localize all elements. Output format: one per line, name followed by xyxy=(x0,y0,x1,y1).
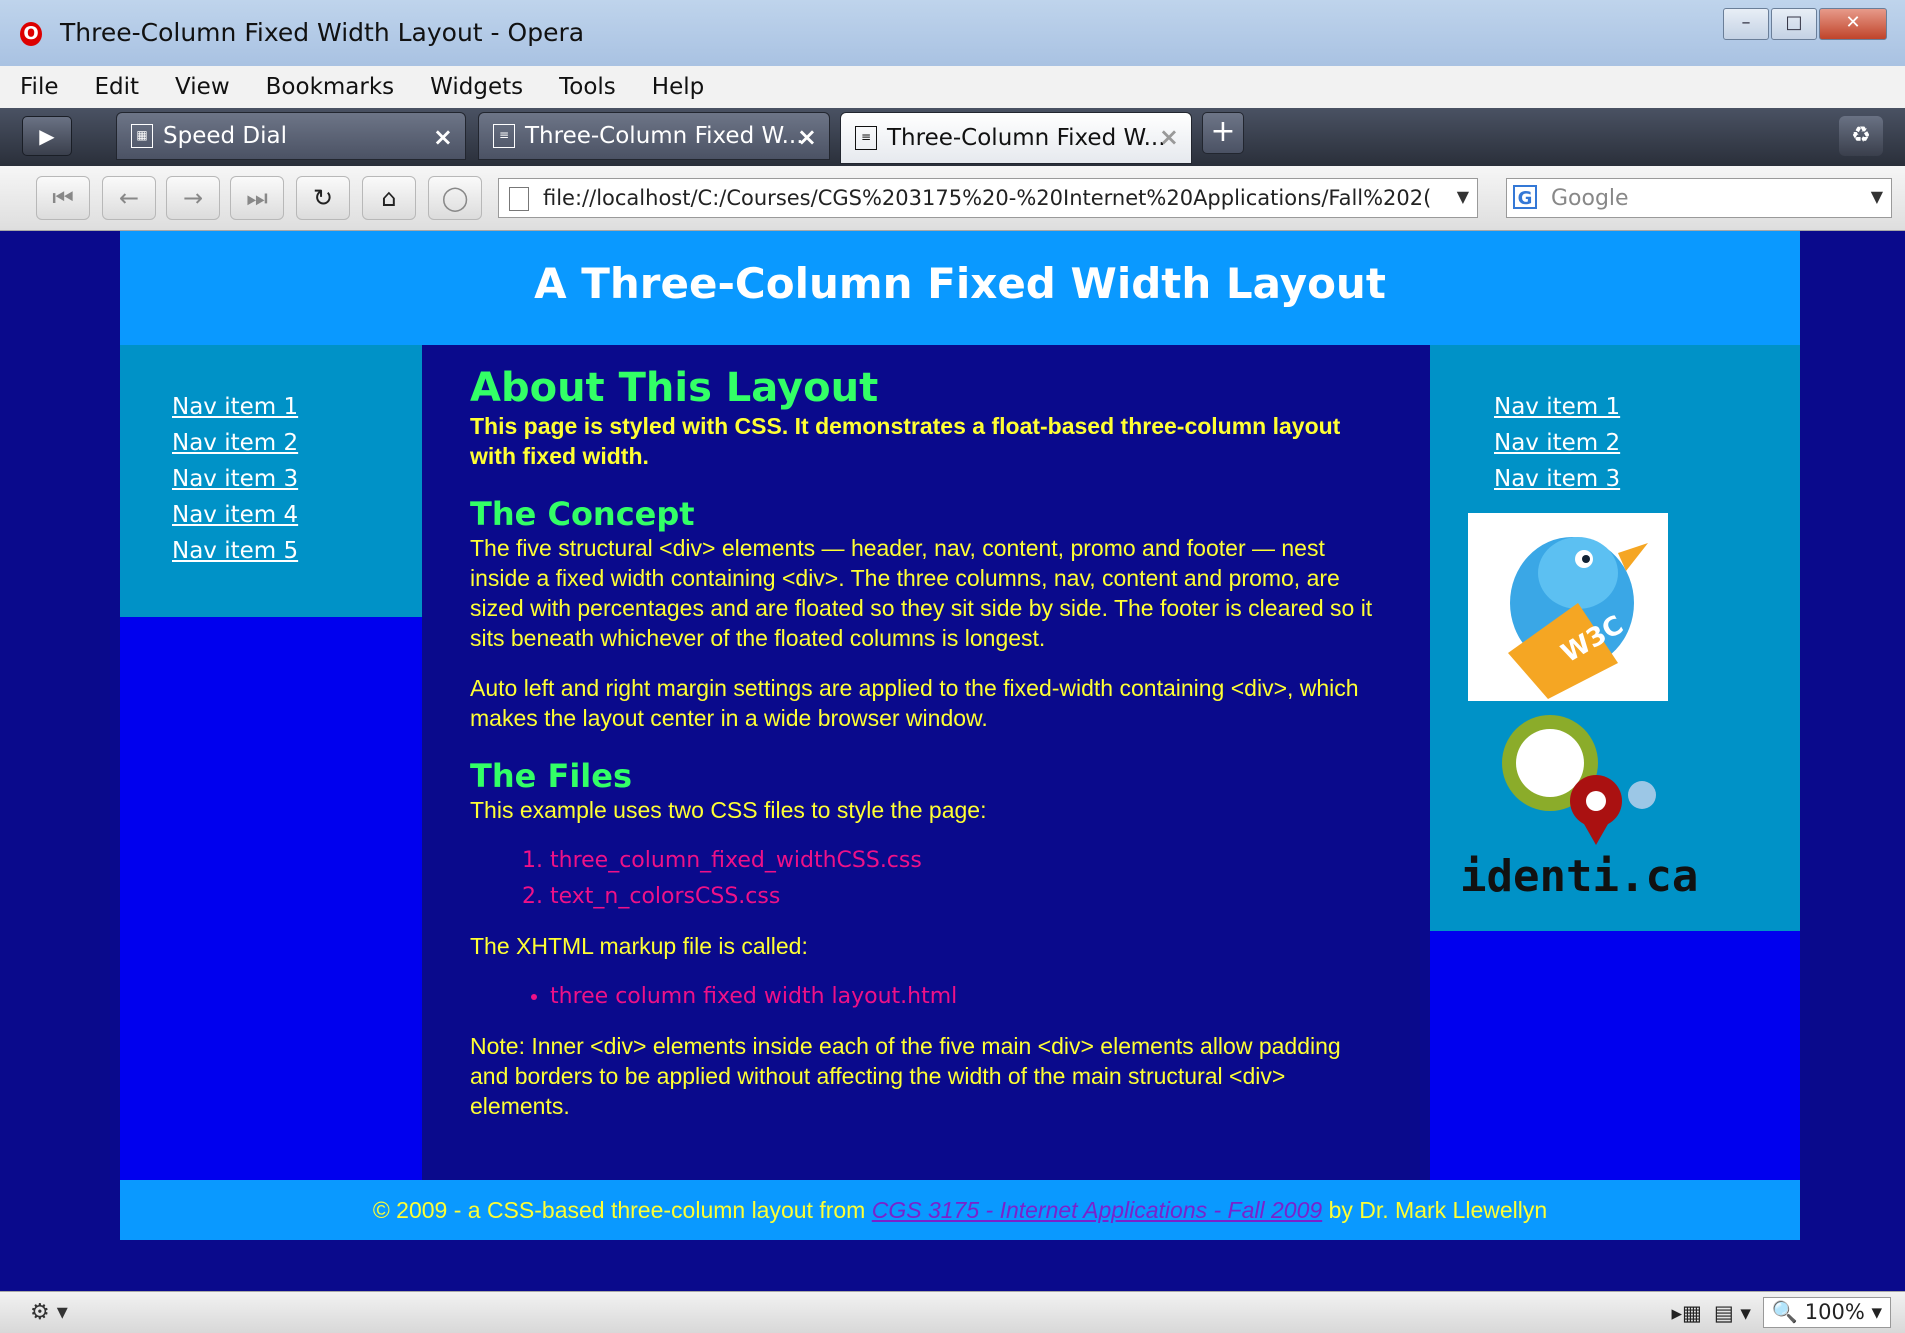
menu-help[interactable]: Help xyxy=(652,74,704,100)
new-tab-button[interactable]: + xyxy=(1202,112,1244,154)
nav-link-2[interactable]: Nav item 2 xyxy=(172,425,422,461)
menu-view[interactable]: View xyxy=(175,74,230,100)
nav-inner: Nav item 1 Nav item 2 Nav item 3 Nav ite… xyxy=(120,345,422,617)
zoom-control[interactable]: 🔍 100% ▾ xyxy=(1762,1297,1891,1328)
list-item: three column fixed width layout.html xyxy=(550,979,1382,1015)
content-column: About This Layout This page is styled wi… xyxy=(422,345,1430,1180)
nav-column: Nav item 1 Nav item 2 Nav item 3 Nav ite… xyxy=(120,345,422,1180)
home-icon[interactable]: ⌂ xyxy=(362,176,416,220)
concept-heading: The Concept xyxy=(470,495,695,533)
concept-paragraph-2: Auto left and right margin settings are … xyxy=(470,675,1359,731)
about-heading: About This Layout xyxy=(470,365,879,411)
forward-icon[interactable]: → xyxy=(166,176,220,220)
closed-tabs-trash-icon[interactable]: ♻ xyxy=(1839,116,1883,156)
close-window-button[interactable]: ✕ xyxy=(1819,8,1887,40)
window-title: Three-Column Fixed Width Layout - Opera xyxy=(60,18,585,47)
list-item: three_column_fixed_widthCSS.css xyxy=(550,843,1382,879)
tab-label: Three-Column Fixed W... xyxy=(525,123,804,149)
menu-widgets[interactable]: Widgets xyxy=(430,74,523,100)
speed-dial-icon: ▦ xyxy=(131,124,153,148)
search-placeholder: Google xyxy=(1551,186,1629,211)
css-file-list: three_column_fixed_widthCSS.css text_n_c… xyxy=(470,843,1382,915)
promo-nav-link-2[interactable]: Nav item 2 xyxy=(1494,425,1800,461)
markup-file-list: three column fixed width layout.html xyxy=(470,979,1382,1015)
promo-nav-link-1[interactable]: Nav item 1 xyxy=(1494,389,1800,425)
identica-logo[interactable]: identi.ca xyxy=(1460,709,1699,905)
page-header: A Three-Column Fixed Width Layout xyxy=(120,231,1800,345)
promo-nav-link-3[interactable]: Nav item 3 xyxy=(1494,461,1800,497)
address-field[interactable]: file://localhost/C:/Courses/CGS%203175%2… xyxy=(498,178,1478,218)
window-controls: – □ ✕ xyxy=(1721,8,1887,40)
title-bar: O Three-Column Fixed Width Layout - Oper… xyxy=(0,0,1905,67)
tab-bar: ▶ ▦ Speed Dial × ≡ Three-Column Fixed W.… xyxy=(0,108,1905,166)
concept-paragraph-1: The five structural <div> elements — hea… xyxy=(470,535,1373,651)
minimize-button[interactable]: – xyxy=(1723,8,1769,40)
opera-menu-icon[interactable]: ⚙ ▾ xyxy=(30,1300,68,1325)
chevron-down-icon[interactable]: ▼ xyxy=(1457,187,1469,206)
markup-intro: The XHTML markup file is called: xyxy=(470,933,808,959)
page-viewport: A Three-Column Fixed Width Layout Nav it… xyxy=(0,231,1905,1291)
reload-icon[interactable]: ↻ xyxy=(296,176,350,220)
nav-link-4[interactable]: Nav item 4 xyxy=(172,497,422,533)
menu-bookmarks[interactable]: Bookmarks xyxy=(266,74,395,100)
nav-link-5[interactable]: Nav item 5 xyxy=(172,533,422,569)
page-icon: ≡ xyxy=(855,126,877,150)
nav-link-3[interactable]: Nav item 3 xyxy=(172,461,422,497)
footer-course-link[interactable]: CGS 3175 - Internet Applications - Fall … xyxy=(872,1197,1322,1223)
w3c-bird-badge-icon[interactable]: W3C xyxy=(1468,513,1668,701)
maximize-button[interactable]: □ xyxy=(1771,8,1817,40)
note-paragraph: Note: Inner <div> elements inside each o… xyxy=(470,1033,1341,1119)
page-icon: ≡ xyxy=(493,124,515,148)
list-item: text_n_colorsCSS.css xyxy=(550,879,1382,915)
google-icon[interactable]: G xyxy=(1513,185,1537,209)
identica-logo-text: identi.ca xyxy=(1460,851,1699,902)
promo-column: Nav item 1 Nav item 2 Nav item 3 W3C ide… xyxy=(1430,345,1800,1180)
footer-prefix: © 2009 - a CSS-based three-column layout… xyxy=(372,1197,872,1223)
footer-suffix: by Dr. Mark Llewellyn xyxy=(1322,1197,1548,1223)
opera-logo-icon: O xyxy=(20,22,42,46)
address-toolbar: ⏮ ← → ⏭ ↻ ⌂ ◯ file://localhost/C:/Course… xyxy=(0,166,1905,231)
tab-label: Speed Dial xyxy=(163,123,287,149)
zoom-icon: 🔍 xyxy=(1771,1300,1799,1324)
panel-toggle-icon[interactable]: ▶ xyxy=(22,116,72,156)
nav-link-1[interactable]: Nav item 1 xyxy=(172,389,422,425)
page-icon xyxy=(509,187,529,211)
zoom-level: 100% xyxy=(1804,1300,1865,1324)
tab-layout-1[interactable]: ≡ Three-Column Fixed W... × xyxy=(478,112,830,160)
page-footer: © 2009 - a CSS-based three-column layout… xyxy=(120,1180,1800,1240)
menu-file[interactable]: File xyxy=(20,74,59,100)
browser-window: O Three-Column Fixed Width Layout - Oper… xyxy=(0,0,1905,1333)
url-text[interactable]: file://localhost/C:/Courses/CGS%203175%2… xyxy=(543,186,1433,210)
columns: Nav item 1 Nav item 2 Nav item 3 Nav ite… xyxy=(120,345,1800,1180)
status-bar: ⚙ ▾ ▸▦ ▤ ▾ 🔍 100% ▾ xyxy=(0,1291,1905,1333)
chevron-down-icon[interactable]: ▼ xyxy=(1871,187,1883,206)
content-inner: About This Layout This page is styled wi… xyxy=(422,345,1430,1121)
files-intro: This example uses two CSS files to style… xyxy=(470,797,987,823)
tab-close-icon[interactable]: × xyxy=(433,123,453,151)
status-right: ▸▦ ▤ ▾ 🔍 100% ▾ xyxy=(1671,1297,1891,1328)
fast-forward-icon[interactable]: ⏭ xyxy=(230,176,284,220)
menu-bar: File Edit View Bookmarks Widgets Tools H… xyxy=(0,66,1905,109)
about-intro: This page is styled with CSS. It demonst… xyxy=(470,413,1341,469)
menu-tools[interactable]: Tools xyxy=(559,74,616,100)
search-field[interactable]: G Google ▼ xyxy=(1506,178,1892,218)
menu-edit[interactable]: Edit xyxy=(95,74,140,100)
page-container: A Three-Column Fixed Width Layout Nav it… xyxy=(120,231,1800,1240)
rewind-icon[interactable]: ⏮ xyxy=(36,176,90,220)
view-icon[interactable]: ▤ ▾ xyxy=(1714,1301,1751,1325)
key-icon[interactable]: ◯ xyxy=(428,176,482,220)
page-title: A Three-Column Fixed Width Layout xyxy=(534,259,1386,308)
tab-close-icon[interactable]: × xyxy=(1159,123,1179,151)
tab-layout-2-active[interactable]: ≡ Three-Column Fixed W... × xyxy=(840,112,1192,164)
turbo-icon[interactable]: ▸▦ xyxy=(1671,1301,1701,1325)
back-icon[interactable]: ← xyxy=(102,176,156,220)
tab-speed-dial[interactable]: ▦ Speed Dial × xyxy=(116,112,466,160)
tab-close-icon[interactable]: × xyxy=(797,123,817,151)
files-heading: The Files xyxy=(470,757,632,795)
tab-label: Three-Column Fixed W... xyxy=(887,125,1166,151)
